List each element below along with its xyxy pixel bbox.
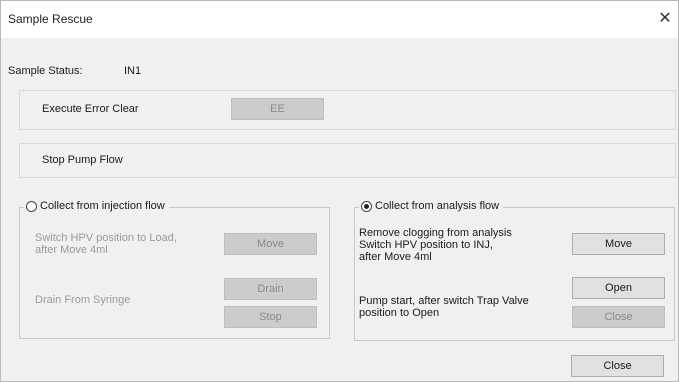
close-icon[interactable]: ✕ [655,9,675,29]
stop-pump-flow-panel: Stop Pump Flow [19,143,676,178]
title-bar: Sample Rescue ✕ [0,0,679,38]
switch-hpv-inj-text: Switch HPV position to INJ, [359,239,493,251]
switch-hpv-load-text-2: after Move 4ml [35,244,108,256]
execute-error-clear-label: Execute Error Clear [42,103,139,115]
collect-analysis-radio[interactable]: Collect from analysis flow [359,200,504,212]
radio-unchecked-icon[interactable] [26,200,37,212]
dialog-close-button[interactable]: Close [571,355,664,377]
pump-start-text-2: position to Open [359,307,440,319]
collect-injection-label: Collect from injection flow [40,200,165,212]
drain-from-syringe-label: Drain From Syringe [35,294,131,306]
radio-checked-icon[interactable] [361,200,372,212]
collect-injection-radio[interactable]: Collect from injection flow [24,200,169,212]
window-title: Sample Rescue [8,12,93,26]
sample-status-value: IN1 [124,65,142,77]
injection-move-button[interactable]: Move [224,233,317,255]
execute-error-clear-panel: Execute Error Clear EE [19,90,676,130]
switch-hpv-load-text: Switch HPV position to Load, [35,232,177,244]
analysis-move-button[interactable]: Move [572,233,665,255]
after-move-text: after Move 4ml [359,251,432,263]
collect-analysis-group: Collect from analysis flow Remove cloggi… [354,200,675,341]
sample-status-label: Sample Status: [8,65,83,77]
remove-clogging-text: Remove clogging from analysis [359,227,512,239]
error-clear-button[interactable]: EE [231,98,324,120]
collect-injection-group: Collect from injection flow Switch HPV p… [19,200,330,339]
pump-start-text: Pump start, after switch Trap Valve [359,295,529,307]
open-button[interactable]: Open [572,277,665,299]
drain-button[interactable]: Drain [224,278,317,300]
stop-button[interactable]: Stop [224,306,317,328]
collect-analysis-label: Collect from analysis flow [375,200,500,212]
valve-close-button[interactable]: Close [572,306,665,328]
stop-pump-flow-label: Stop Pump Flow [42,154,123,166]
